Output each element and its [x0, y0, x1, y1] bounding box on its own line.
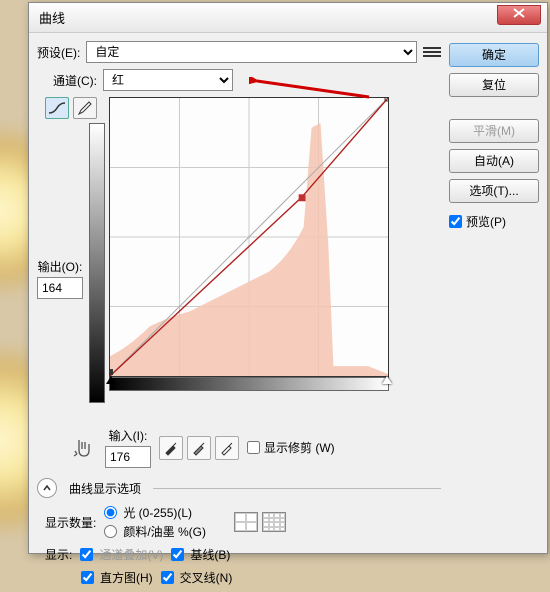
grid-coarse-icon[interactable]: [234, 512, 258, 532]
white-point-slider[interactable]: [382, 376, 392, 384]
channel-label: 通道(C):: [53, 72, 97, 89]
channel-select[interactable]: 红: [103, 69, 233, 91]
preview-label: 预览(P): [466, 213, 506, 230]
pencil-mode-icon[interactable]: [73, 97, 97, 119]
options-button[interactable]: 选项(T)...: [449, 179, 539, 203]
input-field[interactable]: [105, 446, 151, 468]
histogram-label: 直方图(H): [100, 569, 153, 586]
show-label: 显示:: [45, 546, 72, 563]
gray-eyedropper-icon[interactable]: [187, 436, 211, 460]
pigment-radio[interactable]: [104, 525, 117, 538]
preset-menu-icon[interactable]: [423, 43, 441, 61]
curves-dialog: 曲线 预设(E): 自定 通道(C): 红: [28, 2, 548, 554]
output-label: 输出(O):: [38, 258, 83, 275]
baseline-label: 基线(B): [190, 546, 230, 563]
channel-overlay-checkbox[interactable]: [80, 548, 93, 561]
preset-select[interactable]: 自定: [86, 41, 417, 63]
light-radio-label: 光 (0-255)(L): [123, 504, 192, 521]
control-point: [299, 194, 306, 201]
intersection-label: 交叉线(N): [180, 569, 233, 586]
targeted-adjust-icon[interactable]: [69, 434, 97, 462]
smooth-button[interactable]: 平滑(M): [449, 119, 539, 143]
show-clipping-label: 显示修剪 (W): [264, 439, 335, 456]
show-clipping-checkbox[interactable]: [247, 441, 260, 454]
curve-graph[interactable]: [109, 97, 389, 377]
light-radio[interactable]: [104, 506, 117, 519]
histogram-checkbox[interactable]: [81, 571, 94, 584]
pigment-radio-label: 颜料/油墨 %(G): [123, 523, 206, 540]
close-button[interactable]: [497, 5, 541, 25]
dialog-title: 曲线: [39, 8, 65, 27]
input-label: 输入(I):: [109, 427, 148, 444]
channel-overlay-label: 通道叠加(V): [99, 546, 163, 563]
titlebar[interactable]: 曲线: [29, 3, 547, 33]
vertical-gradient-ramp: [89, 123, 105, 403]
ok-button[interactable]: 确定: [449, 43, 539, 67]
grid-fine-icon[interactable]: [262, 512, 286, 532]
black-point-slider[interactable]: [106, 376, 116, 384]
disclosure-toggle[interactable]: [37, 478, 57, 498]
white-eyedropper-icon[interactable]: [215, 436, 239, 460]
black-eyedropper-icon[interactable]: [159, 436, 183, 460]
preset-label: 预设(E):: [37, 44, 80, 61]
disclosure-label: 曲线显示选项: [69, 480, 141, 497]
preview-checkbox[interactable]: [449, 215, 462, 228]
reset-button[interactable]: 复位: [449, 73, 539, 97]
output-field[interactable]: [37, 277, 83, 299]
display-amount-label: 显示数量:: [45, 514, 96, 531]
auto-button[interactable]: 自动(A): [449, 149, 539, 173]
baseline-checkbox[interactable]: [171, 548, 184, 561]
intersection-checkbox[interactable]: [161, 571, 174, 584]
curve-mode-icon[interactable]: [45, 97, 69, 119]
horizontal-gradient-ramp[interactable]: [109, 377, 389, 391]
